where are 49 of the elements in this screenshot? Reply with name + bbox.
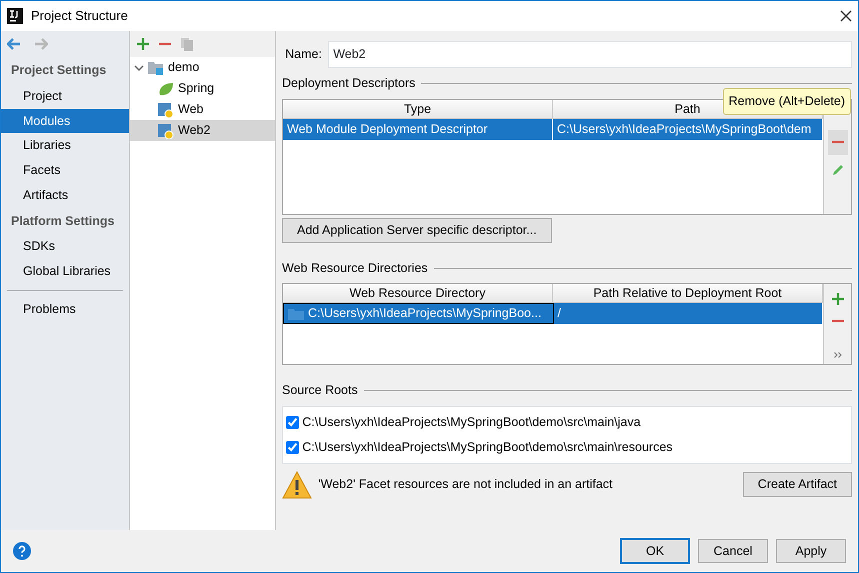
source-root-path: C:\Users\yxh\IdeaProjects\MySpringBoot\demo\src\main\resources [302,439,673,456]
add-icon[interactable] [136,37,150,51]
module-icon [158,122,174,138]
name-field[interactable]: Web2 [328,41,852,68]
create-artifact-button[interactable]: Create Artifact [742,472,852,497]
group-title: Web Resource Directories [282,260,428,277]
module-icon [158,102,174,118]
field-label: Name: [285,46,322,64]
folder-icon [288,308,304,320]
tree-item[interactable]: Web [130,99,275,120]
add-icon[interactable] [830,292,844,306]
checkbox[interactable] [286,416,300,430]
table-row[interactable]: Web Module Deployment Descriptor C:\Users\yxh\IdeaProjects\MySpringBoot\dem [283,118,823,140]
more-icon[interactable] [834,352,842,358]
sidebar-item[interactable]: Modules [1,108,129,134]
section-heading: Project Settings [10,62,108,79]
dialog-button[interactable]: OK [620,538,690,564]
section-heading: Platform Settings [10,212,116,230]
sidebar-item[interactable]: Facets [1,158,129,183]
group-title: Source Roots [282,382,358,400]
sidebar-item[interactable]: Project [1,84,129,108]
tree-item[interactable]: Spring [130,78,275,99]
column-header[interactable]: Type [283,100,553,118]
dialog-button[interactable]: Cancel [698,538,768,564]
leaf-icon [158,80,174,96]
table-row[interactable]: C:\Users\yxh\IdeaProjects\MySpringBoo... / [283,303,823,324]
tree-item[interactable]: demo [130,57,275,78]
sidebar-item[interactable]: Libraries [1,133,129,158]
dialog-button[interactable]: Apply [776,538,846,564]
back-arrow-icon[interactable] [7,38,22,50]
folder-icon [148,60,164,76]
add-descriptor-button[interactable]: Add Application Server specific descriptor... [282,218,552,243]
close-icon[interactable] [840,10,852,22]
group-title: Deployment Descriptors [282,75,416,92]
app-icon [7,8,23,24]
window-title: Project Structure [31,7,128,26]
warning-message: 'Web2' Facet resources are not included in an artifact [318,476,614,494]
source-root-path: C:\Users\yxh\IdeaProjects\MySpringBoot\demo\src\main\java [302,414,641,432]
sidebar-item[interactable]: Artifacts [1,182,129,208]
tooltip: Remove (Alt+Delete) [722,88,851,114]
checkbox[interactable] [286,441,300,454]
sidebar-item[interactable]: Global Libraries [1,259,129,284]
tree-item[interactable]: Web2 [130,120,275,141]
pencil-icon[interactable] [830,162,844,176]
column-header[interactable]: Web Resource Directory [283,284,553,302]
sidebar-item[interactable]: SDKs [1,234,129,259]
warning-icon [282,470,312,499]
help-icon[interactable] [13,542,31,560]
sidebar-item[interactable]: Problems [1,297,129,322]
